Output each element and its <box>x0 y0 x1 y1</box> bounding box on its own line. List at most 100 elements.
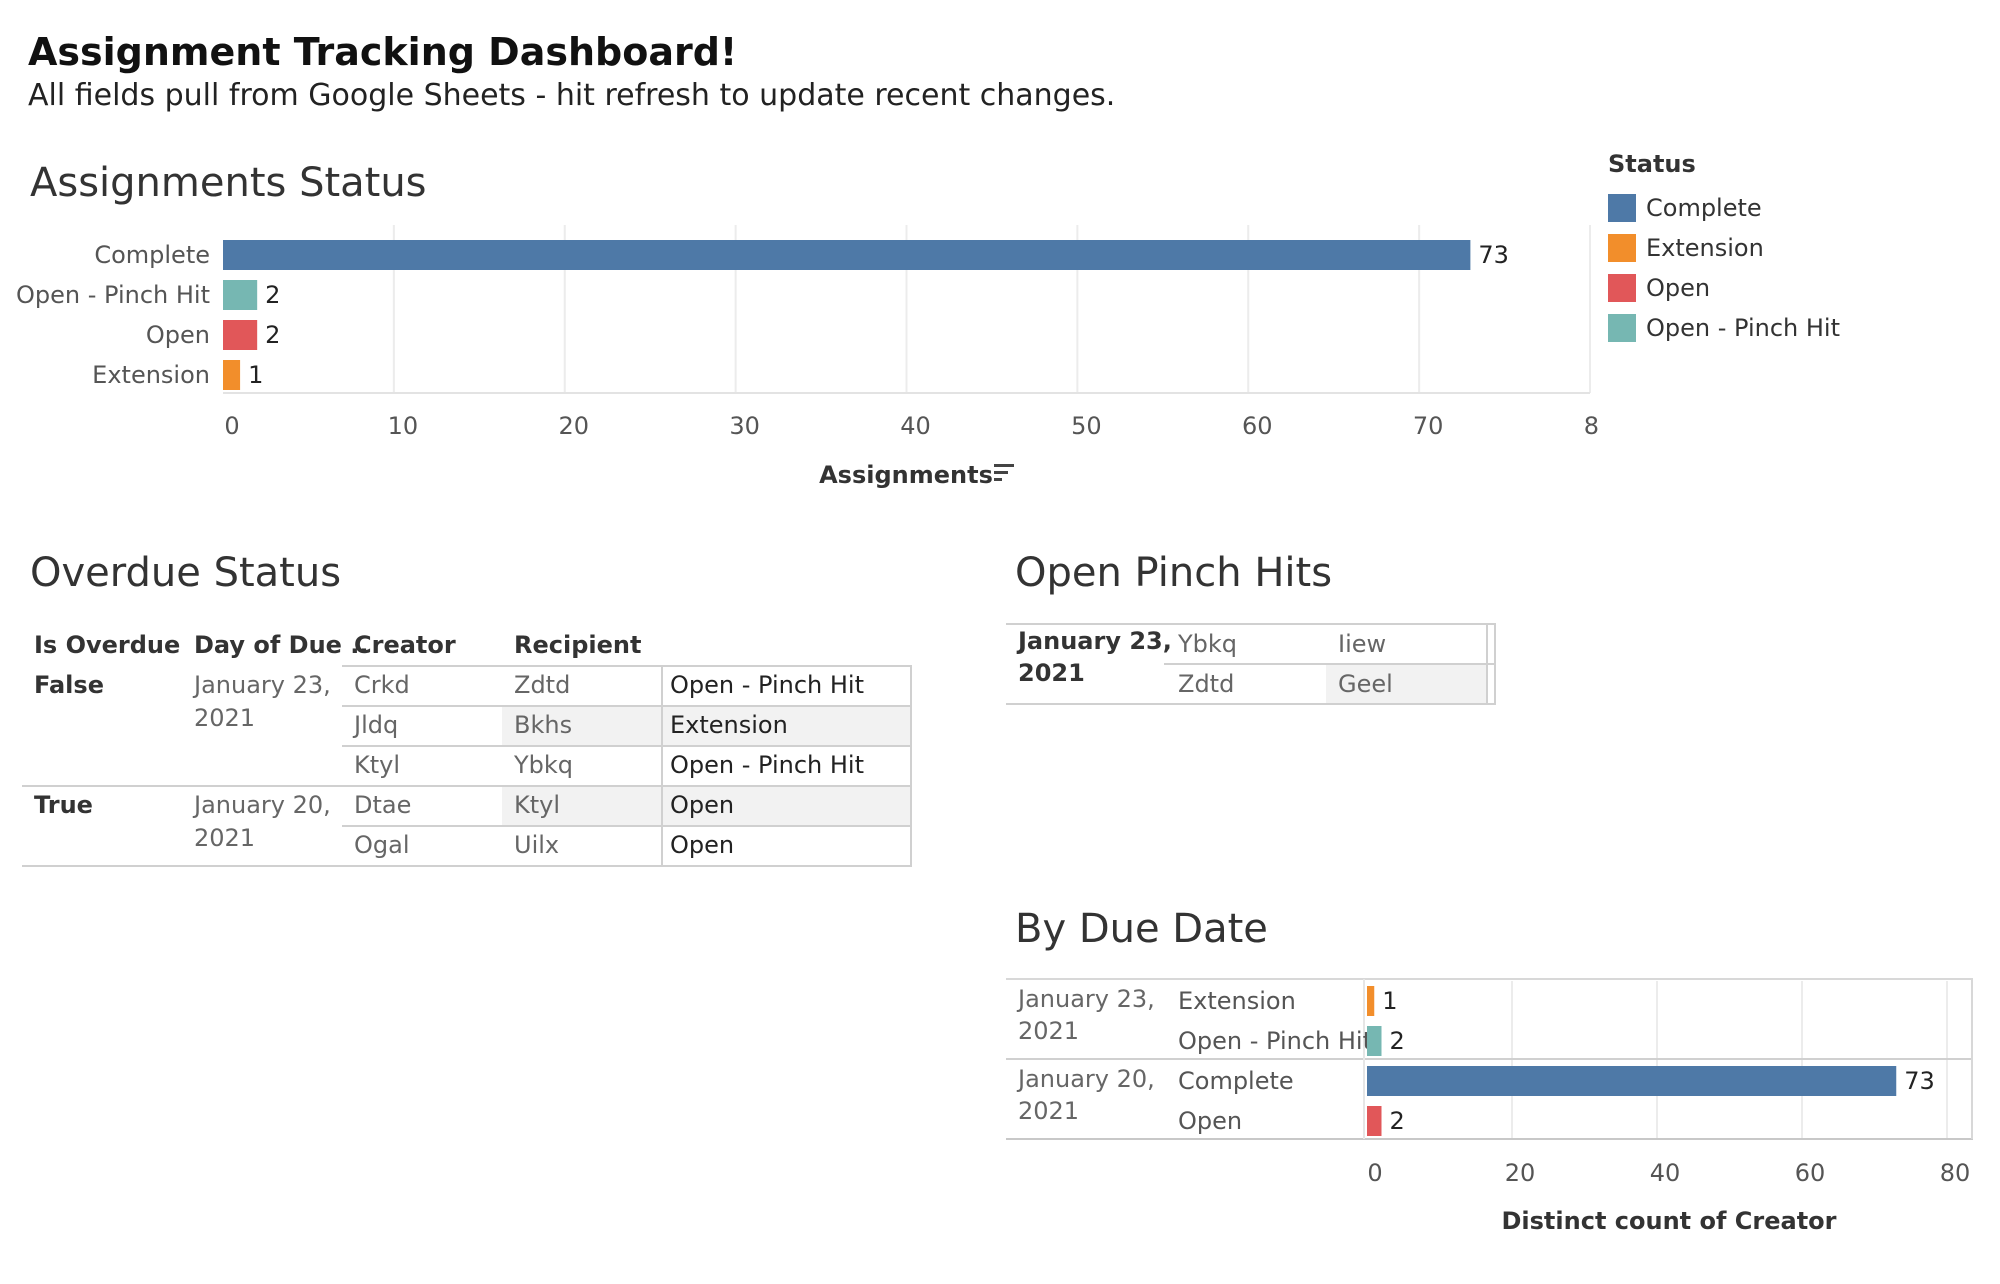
due-date-value: 2021 <box>194 824 256 852</box>
column-header[interactable]: Creator <box>354 625 456 665</box>
bar-open <box>223 320 258 350</box>
due-date-label: January 20, <box>1016 1065 1155 1093</box>
bar-extension <box>223 360 241 390</box>
x-axis-title: Assignments <box>819 461 993 489</box>
is-overdue-value: True <box>34 791 93 819</box>
pinch-date: 2021 <box>1018 659 1085 687</box>
bar-open-pinch-hit <box>1367 1026 1382 1056</box>
legend-item[interactable]: Open - Pinch Hit <box>1608 308 1840 348</box>
status-label: Open - Pinch Hit <box>1178 1027 1372 1055</box>
x-tick-label: 20 <box>1505 1159 1536 1187</box>
legend-title: Status <box>1608 150 1696 178</box>
status-cell: Open - Pinch Hit <box>670 671 865 699</box>
x-tick-label: 20 <box>558 412 589 440</box>
assignments-status-chart: 0 10 20 30 40 50 60 70 80 Complete 73 Open - Pinch … <box>16 225 1600 489</box>
x-tick-label: 80 <box>1940 1159 1971 1187</box>
data-label: 73 <box>1904 1067 1935 1095</box>
creator-cell: Ktyl <box>354 751 401 779</box>
pinch-recipient-cell: Iiew <box>1338 630 1387 658</box>
status-label: Extension <box>1178 987 1296 1015</box>
recipient-cell: Zdtd <box>514 671 571 699</box>
data-label: 2 <box>1390 1107 1405 1135</box>
due-date-value: January 23, <box>194 671 331 699</box>
recipient-cell: Bkhs <box>514 711 573 739</box>
x-tick-label: 0 <box>224 412 239 440</box>
x-tick-label: 80 <box>1584 412 1600 440</box>
x-tick-label: 30 <box>729 412 760 440</box>
column-header[interactable]: Is Overdue <box>34 625 180 665</box>
due-date-label: 2021 <box>1018 1017 1079 1045</box>
table-bottom-border <box>22 865 912 867</box>
x-tick-label: 40 <box>900 412 931 440</box>
legend-swatch <box>1608 234 1636 262</box>
bar-extension <box>1367 986 1375 1016</box>
legend-item[interactable]: Open <box>1608 268 1840 308</box>
pinch-creator-cell: Ybkq <box>1178 630 1238 658</box>
open-pinch-hits-title: Open Pinch Hits <box>1015 550 1333 596</box>
legend-label: Open <box>1646 274 1711 302</box>
x-axis-title: Distinct count of Creator <box>1502 1207 1837 1235</box>
status-cell: Open <box>670 831 735 859</box>
pinch-date: January 23, <box>1018 627 1172 655</box>
pinch-recipient-cell: Geel <box>1338 670 1393 698</box>
table-divider <box>342 705 912 707</box>
table-divider <box>342 825 912 827</box>
status-label: Open <box>1178 1107 1242 1135</box>
x-tick-label: 10 <box>388 412 419 440</box>
table-top-border <box>1006 623 1496 625</box>
category-label: Complete <box>94 241 210 269</box>
x-tick-label: 50 <box>1071 412 1102 440</box>
x-tick-label: 40 <box>1650 1159 1681 1187</box>
column-header[interactable]: Day of Due .. <box>194 625 369 665</box>
legend-label: Extension <box>1646 234 1764 262</box>
column-header[interactable]: Recipient <box>514 625 641 665</box>
legend-swatch <box>1608 274 1636 302</box>
recipient-cell: Ktyl <box>514 791 561 819</box>
legend-label: Complete <box>1646 194 1762 222</box>
open-pinch-hits-table: January 23, 2021 Ybkq Iiew Zdtd Geel <box>1006 620 1496 705</box>
table-right-border <box>1486 623 1488 703</box>
table-right-border <box>910 665 912 865</box>
status-cell: Open <box>670 791 735 819</box>
pinch-creator-cell: Zdtd <box>1178 670 1235 698</box>
data-label: 2 <box>265 281 280 309</box>
status-legend: Status Complete Extension Open Open - Pinch… <box>1608 150 1840 348</box>
creator-cell: Jldq <box>354 711 399 739</box>
due-date-value: 2021 <box>194 704 256 732</box>
legend-swatch <box>1608 314 1636 342</box>
data-label: 1 <box>248 361 263 389</box>
by-due-date-title: By Due Date <box>1015 906 1268 952</box>
category-label: Extension <box>92 361 210 389</box>
data-label: 73 <box>1478 241 1509 269</box>
data-label: 2 <box>265 321 280 349</box>
due-date-label: January 23, <box>1016 985 1155 1013</box>
due-date-value: January 20, <box>194 791 331 819</box>
legend-item[interactable]: Extension <box>1608 228 1840 268</box>
status-column-divider <box>661 665 663 865</box>
legend-swatch <box>1608 194 1636 222</box>
bar-open-pinch-hit <box>223 280 258 310</box>
x-tick-label: 0 <box>1367 1159 1382 1187</box>
category-label: Open <box>146 321 210 349</box>
by-due-date-chart: 0 20 40 60 80 January 23, 2021 Extension 1 Open -… <box>1006 978 1973 1235</box>
is-overdue-value: False <box>34 671 104 699</box>
bar-complete <box>223 240 1471 270</box>
overdue-status-title: Overdue Status <box>30 550 342 596</box>
bar-complete <box>1367 1066 1897 1096</box>
x-tick-label: 60 <box>1242 412 1273 440</box>
dashboard-title: Assignment Tracking Dashboard! <box>28 30 738 74</box>
x-tick-label: 60 <box>1795 1159 1826 1187</box>
bar-open <box>1367 1106 1382 1136</box>
data-label: 1 <box>1382 987 1397 1015</box>
status-cell: Open - Pinch Hit <box>670 751 865 779</box>
recipient-cell: Uilx <box>514 831 560 859</box>
data-label: 2 <box>1390 1027 1405 1055</box>
legend-label: Open - Pinch Hit <box>1646 314 1841 342</box>
legend-item[interactable]: Complete <box>1608 188 1840 228</box>
sort-descending-icon <box>994 464 1014 481</box>
due-date-label: 2021 <box>1018 1097 1079 1125</box>
creator-cell: Crkd <box>354 671 410 699</box>
dashboard-subtitle: All fields pull from Google Sheets - hit… <box>28 78 1116 113</box>
status-cell: Extension <box>670 711 788 739</box>
table-bottom-border <box>1006 703 1496 705</box>
